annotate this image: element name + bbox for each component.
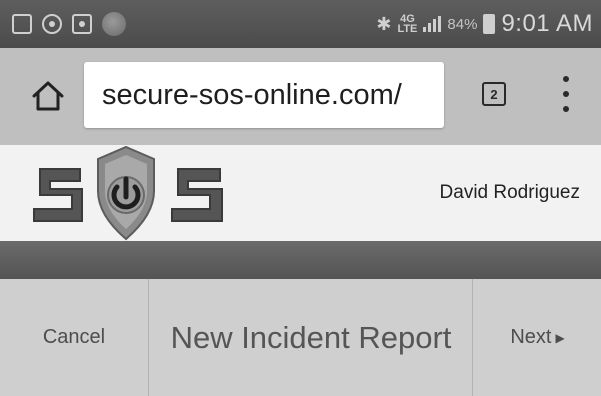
next-arrow-icon: ▶	[555, 330, 565, 345]
messenger-icon	[42, 14, 62, 34]
phone-screen: ✱ 4G LTE 84% 9:01 AM secure-sos-online.co…	[0, 0, 601, 396]
battery-percent: 84%	[447, 15, 478, 33]
user-name[interactable]: David Rodriguez	[440, 182, 580, 204]
site-header: David Rodriguez	[0, 145, 601, 241]
signal-icon	[423, 16, 442, 32]
bluetooth-icon: ✱	[376, 13, 392, 34]
image-icon	[12, 14, 32, 34]
next-button[interactable]: Next ▶	[474, 279, 601, 396]
status-bar: ✱ 4G LTE 84% 9:01 AM	[0, 0, 601, 48]
action-bar: Cancel New Incident Report Next ▶	[0, 279, 601, 396]
battery-icon	[483, 14, 496, 34]
app-icon	[72, 14, 92, 34]
tab-switcher-button[interactable]: 2	[482, 82, 506, 106]
home-icon[interactable]	[28, 76, 68, 116]
browser-toolbar: secure-sos-online.com/ 2	[0, 48, 601, 145]
network-type-icon: 4G LTE	[397, 13, 418, 35]
next-label: Next	[510, 326, 552, 348]
page-title: New Incident Report	[170, 319, 452, 355]
notification-icons	[12, 10, 126, 38]
divider	[472, 279, 473, 396]
header-divider	[0, 241, 601, 279]
status-indicators: ✱ 4G LTE 84% 9:01 AM	[376, 6, 593, 42]
status-clock: 9:01 AM	[501, 10, 593, 37]
url-field[interactable]: secure-sos-online.com/	[84, 62, 444, 128]
cancel-button[interactable]: Cancel	[0, 279, 148, 396]
overflow-menu-icon[interactable]	[556, 76, 576, 112]
contact-avatar	[102, 12, 126, 36]
divider	[148, 279, 149, 396]
sos-logo[interactable]	[28, 145, 224, 241]
